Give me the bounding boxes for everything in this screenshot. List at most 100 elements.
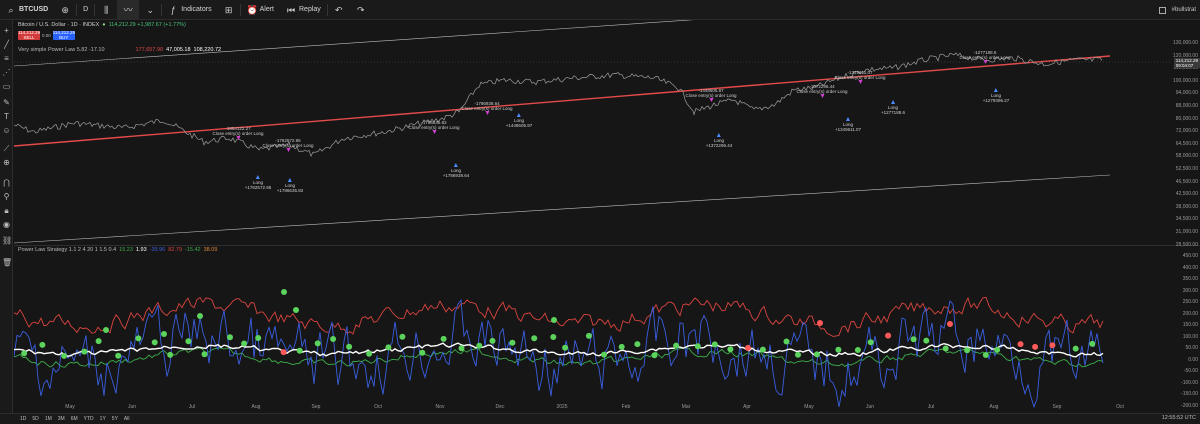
signal-dot-green: [255, 335, 262, 341]
interval-button[interactable]: D: [77, 0, 94, 20]
compare-button[interactable]: ⌄: [139, 0, 161, 20]
lock-icon[interactable]: 🔒︎: [2, 206, 11, 215]
price-tick-label: 100,000.00: [1172, 77, 1198, 84]
long-entry-label: Long +1762572.95: [245, 175, 271, 190]
price-tick-label: 72,000.00: [1175, 128, 1198, 135]
signal-dot-green: [385, 344, 392, 351]
indicators-button[interactable]: ƒ Indicators: [162, 0, 217, 20]
eye-icon[interactable]: ◉: [2, 220, 11, 229]
sell-button[interactable]: 114,212.29 SELL: [18, 30, 40, 40]
close-entry-label: -1762572.95 Close entry(s) order Long: [262, 138, 314, 153]
close-entry-label: -1277188.6 Close entry(s) order Long: [959, 50, 1011, 65]
time-tick-label: Mar: [681, 404, 691, 410]
range-button-all[interactable]: All: [124, 416, 130, 422]
price-axis[interactable]: 130,000.00 120,000.00 110,000.00 100,000.00…: [1172, 20, 1200, 413]
signal-dot-green: [103, 327, 109, 333]
signal-dot-green: [1089, 340, 1096, 347]
price-tick-label: 31,000.00: [1175, 229, 1198, 235]
osc-tick-label: 450.00: [1182, 253, 1198, 259]
price-chart[interactable]: [14, 20, 1170, 413]
osc-tick-label: 250.00: [1182, 299, 1198, 305]
signal-dot-green: [330, 336, 337, 342]
alert-button[interactable]: ⏰ Alert: [241, 0, 280, 20]
signal-dot-green: [854, 347, 861, 353]
account-label[interactable]: #bullstrat: [1172, 7, 1196, 13]
long-arrow-icon: [845, 117, 850, 121]
signal-dot-green: [694, 343, 701, 350]
signal-dot-red: [885, 332, 892, 339]
symbol-search[interactable]: ⌕ BTCUSD: [0, 0, 54, 20]
osc-tick-label: -50.00: [1183, 368, 1198, 374]
zoom-icon[interactable]: ⊕: [2, 158, 11, 167]
search-icon: ⌕: [8, 4, 14, 15]
signal-dot-green: [201, 351, 208, 358]
pattern-icon[interactable]: ⋰: [2, 68, 11, 77]
pane-separator[interactable]: [14, 245, 1200, 246]
signal-dot-red: [1017, 341, 1024, 348]
signal-dot-green: [795, 351, 801, 358]
long-entry-label: Long +1786635.82: [277, 178, 303, 193]
price-tick-label: 38,000.00: [1175, 203, 1198, 210]
strategy-legend[interactable]: Power Law Strategy 1.1 2 4 20 1 1.5 0.4 …: [18, 247, 217, 253]
chevron-down-icon: ⌄: [146, 4, 154, 15]
range-button-ytd[interactable]: YTD: [84, 416, 94, 422]
ruler-icon[interactable]: ▭: [2, 82, 11, 91]
bar-style-button[interactable]: ⫼: [95, 0, 117, 20]
range-button-1d[interactable]: 1D: [20, 416, 26, 422]
close-arrow-icon: [286, 148, 290, 152]
signal-dot-red: [745, 344, 751, 351]
range-button-5d[interactable]: 5D: [32, 416, 38, 422]
layouts-button[interactable]: ⊞: [218, 0, 240, 20]
redo-button[interactable]: ↷: [350, 0, 372, 20]
signal-dot-green: [601, 351, 607, 358]
link-icon[interactable]: ⛓: [2, 236, 12, 245]
range-button-6m[interactable]: 6M: [71, 416, 78, 422]
price-tick-label: 88,000.00: [1175, 103, 1198, 109]
range-button-1m[interactable]: 1M: [45, 416, 52, 422]
osc-tick-label: 0.00: [1188, 356, 1198, 363]
long-entry-label: Long +1786938.64: [443, 163, 469, 178]
undo-button[interactable]: ↶: [328, 0, 350, 20]
clock: 12:55:52 UTC: [1161, 415, 1196, 421]
fib-icon[interactable]: ≡: [2, 54, 11, 63]
price-tick-label: 130,000.00: [1172, 40, 1198, 46]
signal-dot-green: [399, 333, 406, 340]
measure-icon[interactable]: ⟋: [2, 144, 11, 153]
buy-button[interactable]: 114,212.29 BUY: [52, 30, 75, 40]
signal-dot-green: [994, 346, 1001, 353]
crosshair-icon[interactable]: +: [2, 26, 11, 35]
time-tick-label: Jul: [188, 404, 196, 410]
signal-dot-green: [197, 313, 203, 319]
trash-icon[interactable]: 🗑︎: [2, 258, 12, 267]
line-style-button[interactable]: 〰: [117, 0, 140, 20]
signal-dot-green: [651, 352, 658, 359]
emoji-icon[interactable]: ☺: [2, 126, 11, 135]
osc-tick-label: 300.00: [1182, 287, 1198, 294]
range-button-5y[interactable]: 5Y: [112, 416, 118, 422]
range-button-3m[interactable]: 3M: [58, 416, 65, 422]
signal-dot-green: [296, 347, 303, 354]
replay-button[interactable]: ⏮ Replay: [280, 0, 327, 20]
time-axis[interactable]: May Jun Jul Aug Sep Oct Nov Dec 2025 Feb Mar Apr May…: [14, 404, 1170, 413]
signal-dot-green: [81, 348, 88, 355]
add-symbol-button[interactable]: ⊕: [54, 0, 76, 20]
range-button-1y[interactable]: 1Y: [100, 416, 106, 422]
text-icon[interactable]: T: [2, 112, 11, 121]
signal-dot-green: [61, 352, 68, 359]
powerlaw-legend[interactable]: Very simple Power Law 5.82 -17.10 177,65…: [18, 47, 221, 53]
time-tick-label: Nov: [435, 404, 445, 410]
trendline-icon[interactable]: ╱: [2, 40, 11, 49]
signal-dot-green: [151, 339, 158, 346]
long-arrow-icon: [288, 178, 292, 182]
long-entry-label: Long +1277188.6: [881, 100, 905, 115]
signal-dot-green: [982, 352, 989, 358]
price-tick-label: 94,000.00: [1175, 90, 1198, 97]
eye-icon[interactable]: ●: [102, 22, 105, 28]
brush-icon[interactable]: ✎: [2, 98, 11, 107]
magnet-icon[interactable]: ⋂: [2, 178, 11, 187]
lock-drawings-icon[interactable]: ⚲: [2, 192, 11, 201]
checkbox-icon[interactable]: [1158, 6, 1166, 14]
signal-dot-green: [673, 342, 680, 349]
signal-dot-red: [1049, 342, 1056, 349]
time-tick-label: Dec: [495, 404, 505, 410]
